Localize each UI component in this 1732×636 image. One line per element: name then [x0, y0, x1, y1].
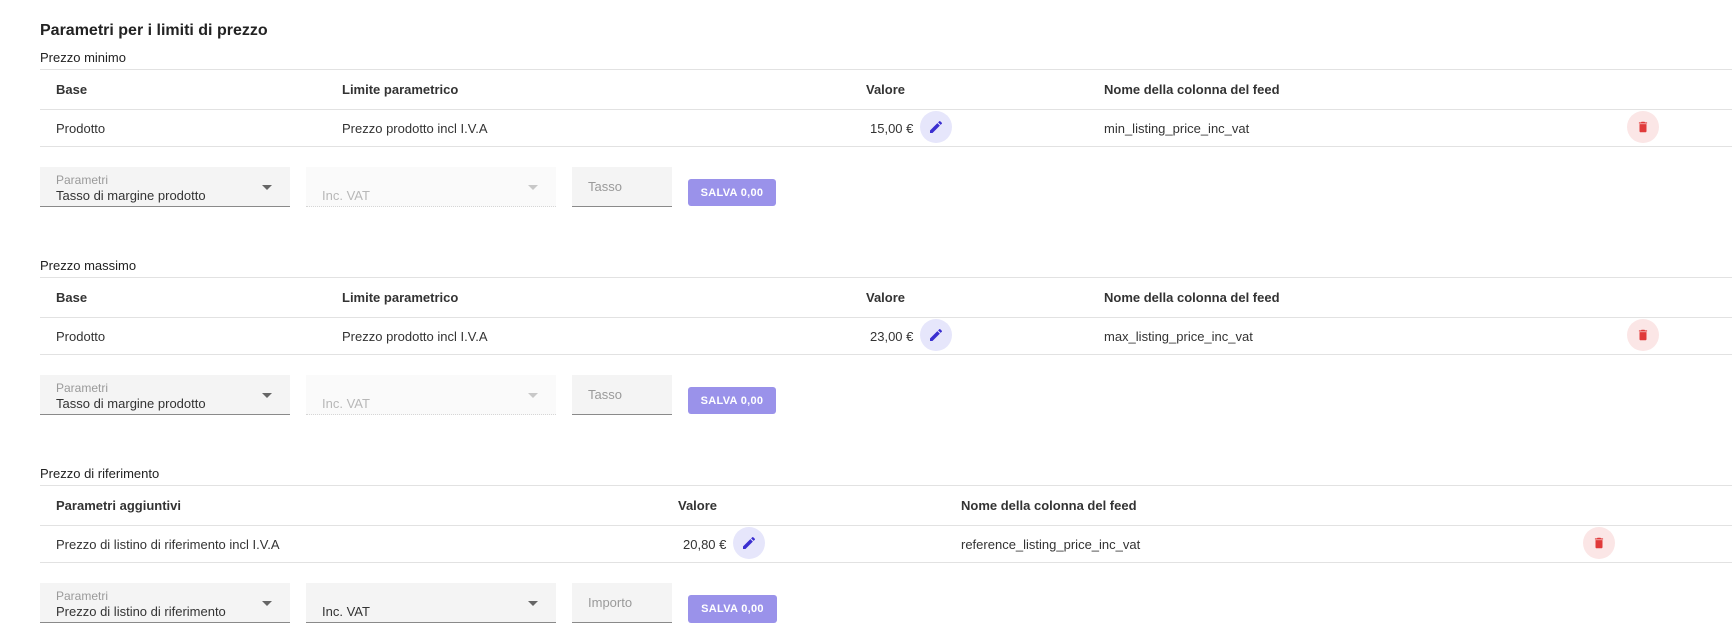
column-header-value: Valore	[678, 498, 718, 513]
divider	[40, 277, 1732, 278]
delete-row-button[interactable]	[1627, 111, 1659, 143]
caret-down-icon	[528, 185, 538, 190]
parameters-select[interactable]: Parametri Prezzo di listino di riferimen…	[40, 583, 290, 623]
parameters-select[interactable]: Parametri Tasso di margine prodotto	[40, 167, 290, 207]
pencil-icon	[930, 328, 943, 341]
field-label: Parametri	[56, 589, 109, 603]
table-row: Prezzo di listino di riferimento incl I.…	[0, 526, 1732, 562]
column-header-feed: Nome della colonna del feed	[1104, 290, 1280, 305]
edit-value-button[interactable]	[733, 527, 765, 559]
field-value: Prezzo di listino di riferimento	[56, 604, 226, 619]
vat-select[interactable]: Inc. VAT	[306, 375, 556, 415]
save-button[interactable]: SALVA 0,00	[688, 387, 776, 414]
amount-input[interactable]: Importo	[572, 583, 672, 623]
field-label: Parametri	[56, 173, 109, 187]
vat-select[interactable]: Inc. VAT	[306, 167, 556, 207]
section-label-max-price: Prezzo massimo	[40, 258, 137, 273]
table-row: Prodotto Prezzo prodotto incl I.V.A 23,0…	[0, 318, 1732, 354]
trash-icon	[1594, 537, 1604, 549]
save-button[interactable]: SALVA 0,00	[688, 179, 776, 206]
field-value: Inc. VAT	[322, 188, 370, 203]
pencil-icon	[930, 120, 943, 133]
divider	[40, 485, 1732, 486]
delete-row-button[interactable]	[1583, 527, 1615, 559]
page-title: Parametri per i limiti di prezzo	[40, 22, 268, 39]
row-limit: Prezzo prodotto incl I.V.A	[342, 121, 488, 136]
edit-value-button[interactable]	[920, 319, 952, 351]
field-placeholder: Tasso	[588, 179, 622, 194]
divider	[40, 69, 1732, 70]
field-value: Tasso di margine prodotto	[56, 188, 206, 203]
divider	[40, 562, 1732, 563]
delete-row-button[interactable]	[1627, 319, 1659, 351]
table-row: Prodotto Prezzo prodotto incl I.V.A 15,0…	[0, 110, 1732, 146]
edit-value-button[interactable]	[920, 111, 952, 143]
vat-select[interactable]: Inc. VAT	[306, 583, 556, 623]
column-header-feed: Nome della colonna del feed	[1104, 82, 1280, 97]
trash-icon	[1638, 121, 1648, 133]
row-base: Prodotto	[56, 329, 106, 344]
row-params: Prezzo di listino di riferimento incl I.…	[56, 537, 280, 552]
parameters-select[interactable]: Parametri Tasso di margine prodotto	[40, 375, 290, 415]
row-base: Prodotto	[56, 121, 106, 136]
field-placeholder: Tasso	[588, 387, 622, 402]
field-placeholder: Importo	[588, 595, 633, 610]
trash-icon	[1638, 329, 1648, 341]
column-header-params: Parametri aggiuntivi	[56, 498, 181, 513]
row-value: 15,00 €	[870, 121, 914, 136]
divider	[40, 354, 1732, 355]
caret-down-icon	[262, 601, 272, 606]
column-header-value: Valore	[866, 82, 906, 97]
caret-down-icon	[528, 393, 538, 398]
column-header-value: Valore	[866, 290, 906, 305]
section-label-min-price: Prezzo minimo	[40, 50, 126, 65]
column-header-base: Base	[56, 290, 88, 305]
field-value: Inc. VAT	[322, 396, 370, 411]
caret-down-icon	[528, 601, 538, 606]
column-header-limit: Limite parametrico	[342, 290, 459, 305]
row-value: 20,80 €	[683, 537, 727, 552]
row-feed-column: max_listing_price_inc_vat	[1104, 329, 1253, 344]
column-header-base: Base	[56, 82, 88, 97]
caret-down-icon	[262, 185, 272, 190]
pencil-icon	[743, 536, 756, 549]
rate-input[interactable]: Tasso	[572, 375, 672, 415]
rate-input[interactable]: Tasso	[572, 167, 672, 207]
row-limit: Prezzo prodotto incl I.V.A	[342, 329, 488, 344]
row-feed-column: reference_listing_price_inc_vat	[961, 537, 1141, 552]
row-value: 23,00 €	[870, 329, 914, 344]
column-header-limit: Limite parametrico	[342, 82, 459, 97]
field-value: Inc. VAT	[322, 604, 370, 619]
section-label-reference-price: Prezzo di riferimento	[40, 466, 160, 481]
field-value: Tasso di margine prodotto	[56, 396, 206, 411]
row-feed-column: min_listing_price_inc_vat	[1104, 121, 1250, 136]
divider	[40, 146, 1732, 147]
field-label: Parametri	[56, 381, 109, 395]
save-button[interactable]: SALVA 0,00	[688, 595, 777, 623]
caret-down-icon	[262, 393, 272, 398]
column-header-feed: Nome della colonna del feed	[961, 498, 1137, 513]
